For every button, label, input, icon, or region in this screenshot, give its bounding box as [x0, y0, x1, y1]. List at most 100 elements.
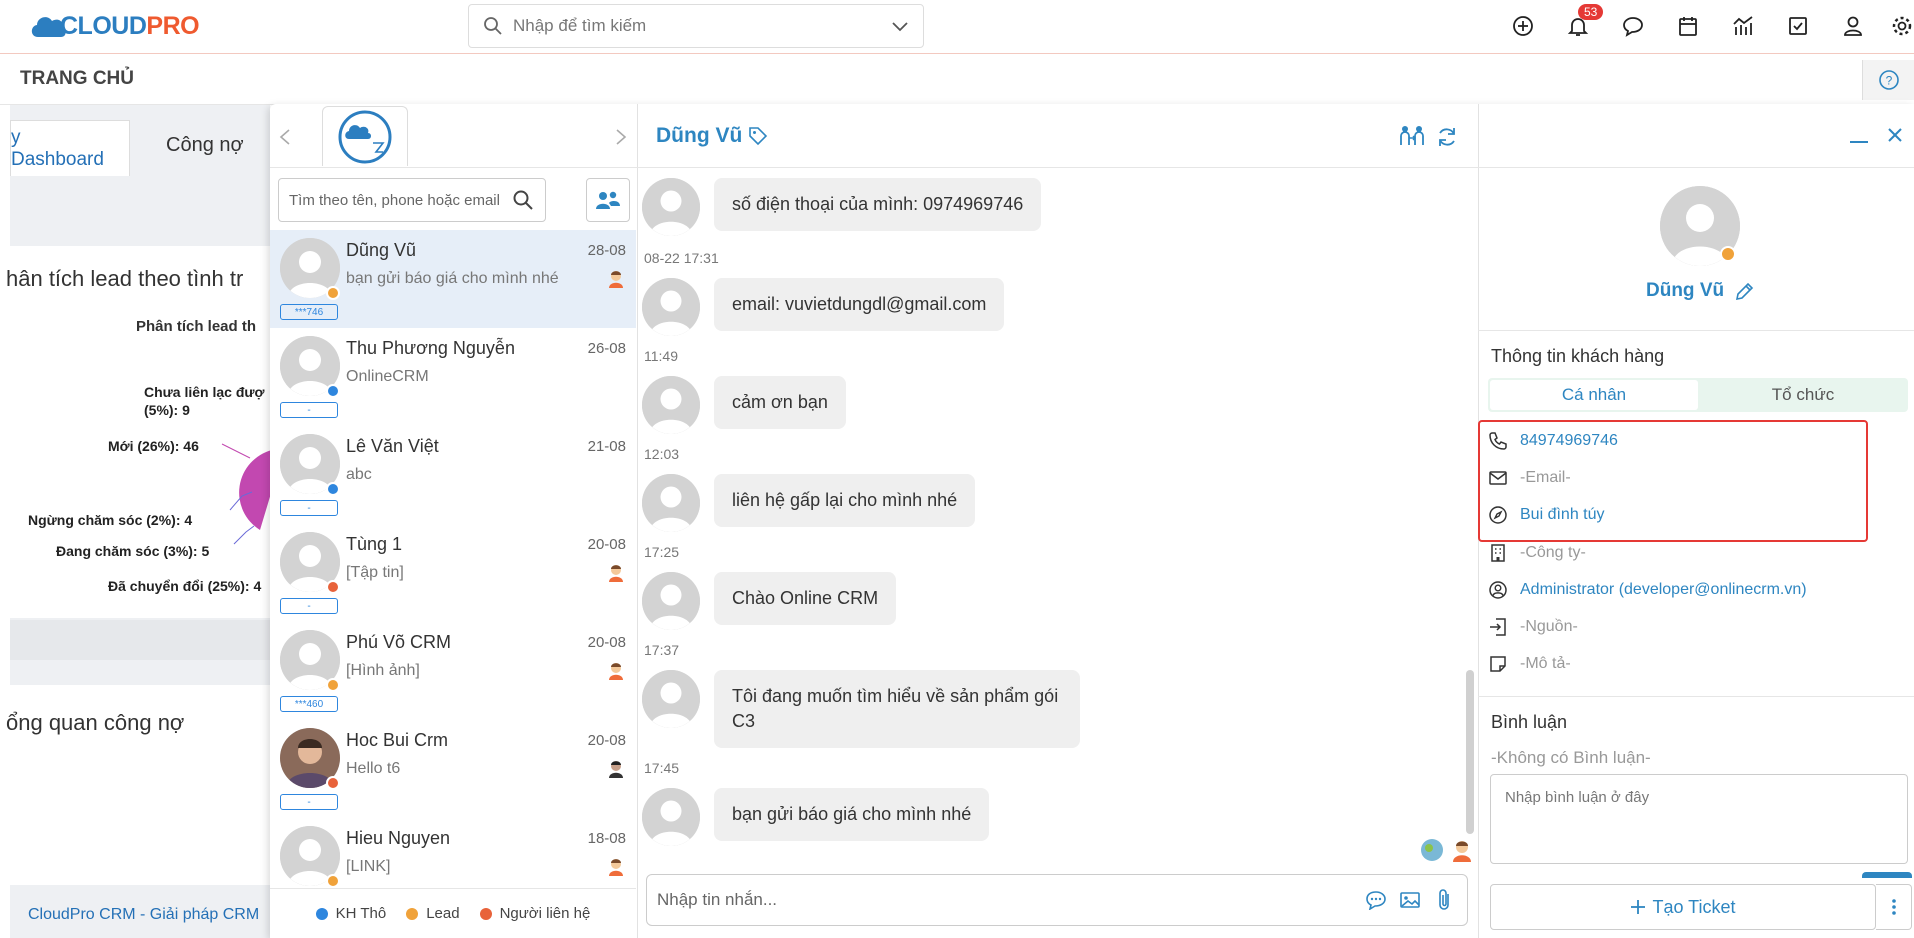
create-ticket-button[interactable]: Tạo Ticket	[1490, 884, 1876, 930]
company-row[interactable]: -Công ty-	[1488, 540, 1586, 566]
description-value[interactable]: -Mô tả-	[1520, 655, 1571, 673]
legend-dot-blue	[315, 907, 328, 920]
chevron-right-icon[interactable]	[614, 128, 628, 146]
chat-icon[interactable]	[1618, 11, 1648, 41]
source-row[interactable]: -Nguồn-	[1488, 614, 1578, 640]
owner-row[interactable]: Administrator (developer@onlinecrm.vn)	[1488, 577, 1807, 603]
message-bubble[interactable]: Tôi đang muốn tìm hiểu về sản phẩm gói C…	[714, 670, 1080, 748]
contact-name: Phú Võ CRM	[346, 632, 452, 652]
ticket-more-button[interactable]	[1876, 884, 1912, 930]
detail-divider	[1478, 696, 1914, 697]
customer-name-text: Dũng Vũ	[1646, 280, 1725, 301]
contact-status-dot	[326, 678, 340, 692]
sender-avatar	[642, 670, 700, 728]
tab-my-dashboard[interactable]: y Dashboard	[10, 120, 130, 176]
chevron-down-icon[interactable]	[891, 20, 909, 32]
contact-phone-tag[interactable]: -	[280, 598, 338, 614]
message-row: email: vuvietdungdl@gmail.com	[640, 278, 1460, 336]
message-bubble[interactable]: bạn gửi báo giá cho mình nhé	[714, 788, 990, 841]
comment-input[interactable]: Nhập bình luận ở đây	[1490, 774, 1908, 864]
conversation-contact-name[interactable]: Dũng Vũ	[656, 124, 742, 148]
message-timestamp: 17:25	[644, 544, 680, 560]
tab-personal[interactable]: Cá nhân	[1490, 380, 1698, 410]
message-composer[interactable]	[646, 874, 1468, 926]
contact-list-item[interactable]: Phú Võ CRM 20-08 [Hình ảnh] ***460	[270, 622, 636, 720]
zalo-oa-account-tile[interactable]	[322, 106, 408, 166]
message-row: cảm ơn bạn	[640, 376, 1460, 434]
lead-analysis-title: hân tích lead theo tình tr	[6, 266, 244, 291]
attachment-icon[interactable]	[1427, 883, 1461, 917]
plus-icon	[1631, 900, 1646, 914]
contact-date: 21-08	[587, 438, 626, 455]
contact-last-message: bạn gửi báo giá cho mình nhé	[346, 270, 559, 287]
contact-search-box[interactable]	[278, 178, 546, 222]
contact-list-item[interactable]: Hieu Nguyen 18-08 [LINK]	[270, 818, 636, 888]
contact-group-button[interactable]	[586, 178, 630, 222]
contact-list-item[interactable]: Tùng 1 20-08 [Tập tin] -	[270, 524, 636, 622]
contact-phone-tag[interactable]: -	[280, 500, 338, 516]
user-profile-icon[interactable]	[1838, 11, 1868, 41]
cloudpro-zalo-avatar-icon	[338, 110, 392, 163]
company-value[interactable]: -Công ty-	[1520, 544, 1586, 562]
message-bubble[interactable]: liên hệ gấp lại cho mình nhé	[714, 474, 976, 527]
help-button[interactable]: ?	[1862, 60, 1914, 100]
contact-phone-tag[interactable]: -	[280, 402, 338, 418]
task-checkbox-icon[interactable]	[1783, 11, 1813, 41]
footer-link[interactable]: CloudPro CRM - Giải pháp CRM	[28, 906, 259, 924]
contact-list-item[interactable]: Lê Văn Việt 21-08 abc -	[270, 426, 636, 524]
contact-phone-tag[interactable]: ***460	[280, 696, 338, 712]
edit-pencil-icon[interactable]	[1734, 282, 1754, 302]
report-chart-icon[interactable]	[1728, 11, 1758, 41]
help-icon: ?	[1878, 70, 1899, 90]
contact-date: 20-08	[587, 536, 626, 553]
comments-title: Bình luận	[1491, 712, 1568, 732]
contact-list-item[interactable]: Hoc Bui Crm 20-08 Hello t6 -	[270, 720, 636, 818]
chevron-left-icon[interactable]	[278, 128, 292, 146]
settings-gear-icon[interactable]	[1890, 11, 1914, 41]
minimize-icon[interactable]	[1848, 130, 1870, 144]
contact-list-item[interactable]: Thu Phương Nguyễn 26-08 OnlineCRM -	[270, 328, 636, 426]
contact-name: Hieu Nguyen	[346, 828, 451, 848]
contact-search-input[interactable]	[279, 191, 511, 209]
user-circle-icon	[1489, 581, 1507, 599]
source-value[interactable]: -Nguồn-	[1520, 618, 1578, 636]
pie-chart-fragment	[221, 443, 272, 545]
contact-list-item[interactable]: Dũng Vũ 28-08 bạn gửi báo giá cho mình nhé…	[270, 230, 636, 328]
tab-organization[interactable]: Tổ chức	[1700, 380, 1906, 410]
cloudpro-logo[interactable]: CLOUDPRO	[28, 8, 200, 44]
message-row: bạn gửi báo giá cho mình nhé	[640, 788, 1460, 846]
contact-status-dot	[326, 580, 340, 594]
owner-value[interactable]: Administrator (developer@onlinecrm.vn)	[1520, 581, 1807, 599]
tag-icon[interactable]	[748, 126, 768, 146]
transfer-users-icon[interactable]	[1398, 124, 1426, 148]
message-bubble[interactable]: số điện thoại của mình: 0974969746	[714, 178, 1042, 231]
create-ticket-label: Tạo Ticket	[1652, 896, 1736, 917]
quick-reply-icon[interactable]	[1359, 883, 1393, 917]
tab-cong-no[interactable]: Công nợ	[166, 134, 244, 157]
add-icon[interactable]	[1508, 11, 1538, 41]
message-timestamp: 17:37	[644, 642, 680, 658]
contact-phone-tag[interactable]: -	[280, 794, 338, 810]
legend-item-lead: Lead	[406, 905, 460, 922]
message-bubble[interactable]: Chào Online CRM	[714, 572, 897, 625]
message-row: liên hệ gấp lại cho mình nhé	[640, 474, 1460, 532]
comment-send-button[interactable]	[1862, 872, 1912, 878]
message-timestamp: 12:03	[644, 446, 680, 462]
global-search-input[interactable]: Nhập để tìm kiếm	[468, 4, 924, 48]
conversation-scrollbar[interactable]	[1466, 670, 1474, 834]
search-icon[interactable]	[511, 188, 535, 212]
svg-text:?: ?	[1885, 74, 1892, 88]
image-icon[interactable]	[1393, 883, 1427, 917]
description-row[interactable]: -Mô tả-	[1488, 651, 1571, 677]
contact-status-dot	[326, 776, 340, 790]
sender-avatar	[642, 376, 700, 434]
close-icon[interactable]	[1886, 126, 1904, 144]
message-bubble[interactable]: email: vuvietdungdl@gmail.com	[714, 278, 1005, 331]
message-input[interactable]	[647, 890, 1359, 910]
calendar-icon[interactable]	[1673, 11, 1703, 41]
legend-label: KH Thô	[335, 905, 387, 922]
contact-phone-tag[interactable]: ***746	[280, 304, 338, 320]
refresh-icon[interactable]	[1436, 126, 1458, 148]
contact-date: 20-08	[587, 634, 626, 651]
message-bubble[interactable]: cảm ơn bạn	[714, 376, 846, 429]
